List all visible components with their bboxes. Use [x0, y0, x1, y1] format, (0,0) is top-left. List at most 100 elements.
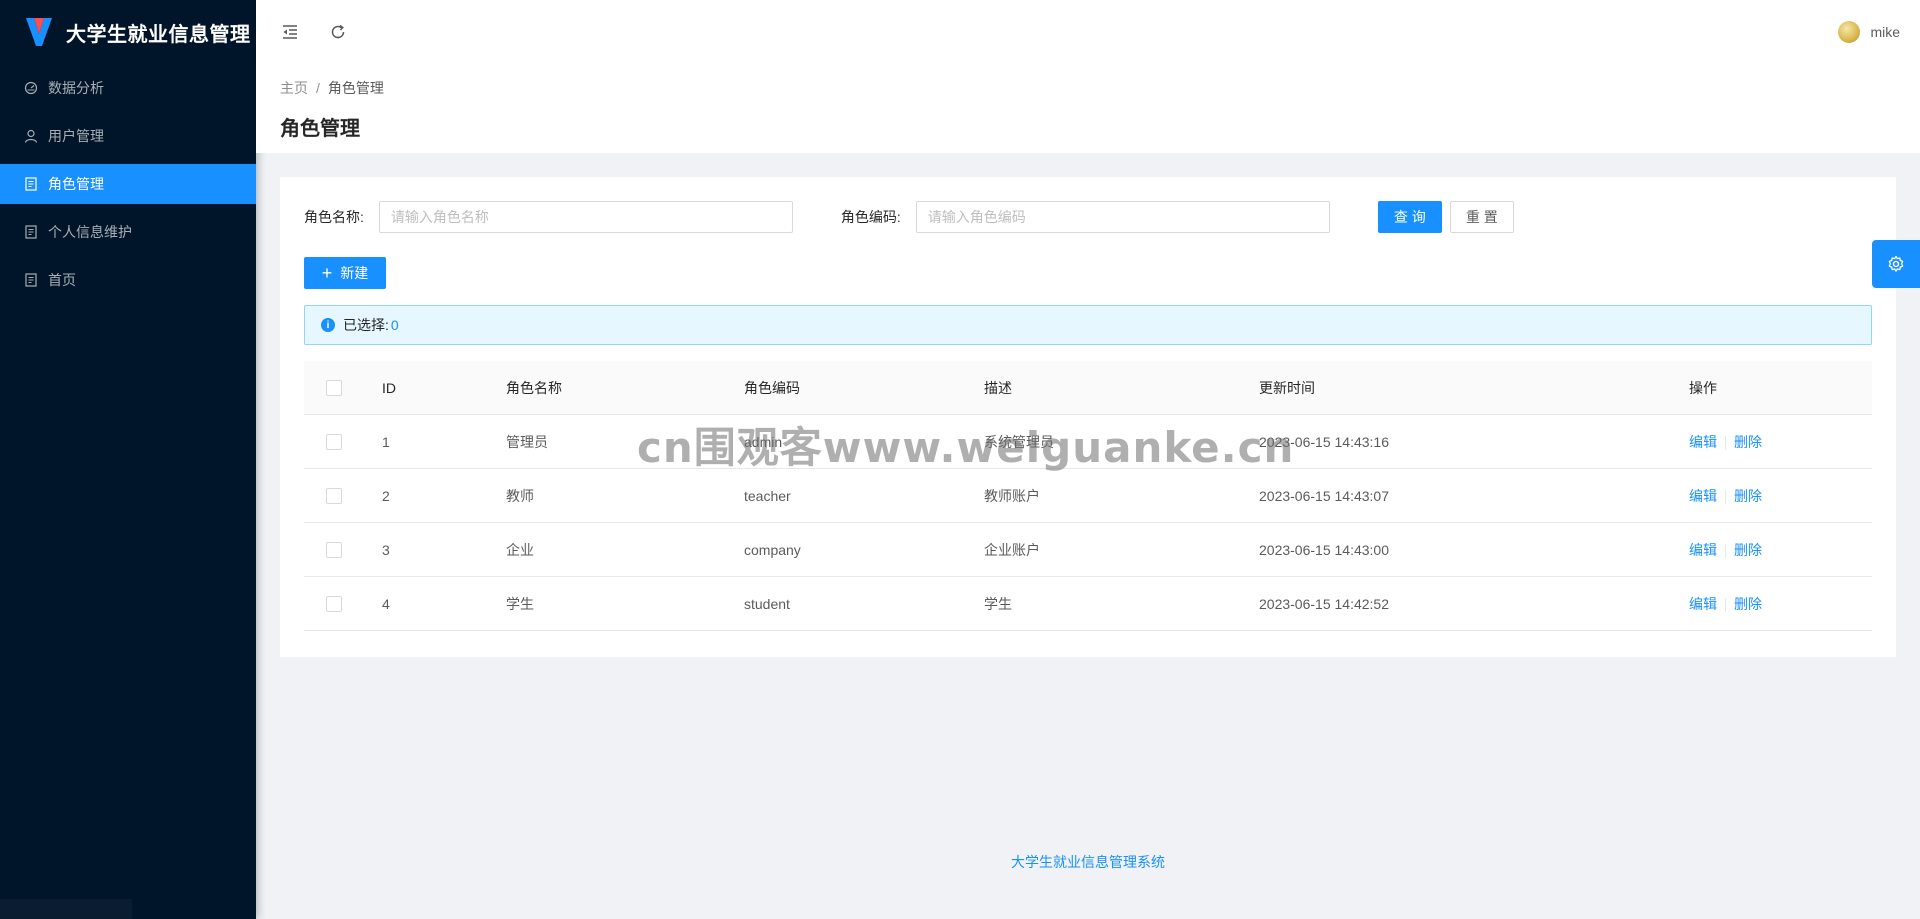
table-row: 3 企业 company 企业账户 2023-06-15 14:43:00 编辑…	[304, 523, 1872, 577]
breadcrumb-separator: /	[316, 80, 320, 96]
row-checkbox[interactable]	[326, 596, 342, 613]
table-row: 1 管理员 admin 系统管理员 2023-06-15 14:43:16 编辑…	[304, 415, 1872, 469]
cell-desc: 企业账户	[984, 541, 1040, 558]
file-icon	[24, 177, 38, 191]
role-code-placeholder: 请输入角色编码	[927, 209, 1026, 225]
cell-name: 教师	[506, 487, 534, 504]
delete-link[interactable]: 删除	[1734, 434, 1762, 450]
op-divider	[1725, 543, 1726, 558]
cell-ops: 编辑 删除	[1689, 486, 1872, 506]
sidebar-item-home[interactable]: 首页	[0, 260, 256, 300]
page-header: 主页 / 角色管理 角色管理	[256, 64, 1920, 153]
sidebar-item-data-analysis[interactable]: 数据分析	[0, 68, 256, 108]
username: mike	[1870, 24, 1900, 40]
selection-alert: i 已选择: 0	[304, 305, 1872, 345]
gear-icon	[1888, 255, 1904, 272]
file-icon	[24, 225, 38, 239]
row-checkbox-cell	[304, 541, 382, 559]
column-header-ops: 操作	[1689, 379, 1717, 396]
table-row: 4 学生 student 学生 2023-06-15 14:42:52 编辑 删除	[304, 577, 1872, 631]
sidebar-item-label: 用户管理	[48, 128, 104, 144]
edit-link[interactable]: 编辑	[1689, 488, 1717, 504]
role-code-input[interactable]: 请输入角色编码	[915, 201, 1330, 233]
column-header-time: 更新时间	[1259, 379, 1315, 396]
cell-id: 4	[382, 595, 390, 612]
logo-icon	[26, 18, 52, 46]
cell-code: teacher	[744, 487, 791, 504]
file-icon	[24, 273, 38, 287]
sidebar-item-profile[interactable]: 个人信息维护	[0, 212, 256, 252]
cell-desc: 教师账户	[984, 487, 1040, 504]
sidebar-item-label: 个人信息维护	[48, 224, 132, 240]
sidebar-item-label: 角色管理	[48, 176, 104, 192]
search-form: 角色名称: 请输入角色名称 角色编码: 请输入角色编码 查 询 重 置	[304, 201, 1872, 233]
cell-desc: 学生	[984, 595, 1012, 612]
role-name-input[interactable]: 请输入角色名称	[378, 201, 793, 233]
sidebar-item-role-management[interactable]: 角色管理	[0, 164, 256, 204]
row-checkbox-cell	[304, 487, 382, 505]
breadcrumb-home[interactable]: 主页	[280, 78, 308, 98]
cell-ops: 编辑 删除	[1689, 594, 1872, 614]
cell-ops: 编辑 删除	[1689, 432, 1872, 452]
sidebar-item-label: 首页	[48, 272, 76, 288]
cell-name: 企业	[506, 541, 534, 558]
reset-button[interactable]: 重 置	[1449, 201, 1514, 233]
logo[interactable]: 大学生就业信息管理	[0, 0, 256, 64]
edit-link[interactable]: 编辑	[1689, 434, 1717, 450]
sidebar-footer	[0, 899, 132, 919]
header-checkbox-cell	[304, 379, 382, 397]
op-divider	[1725, 435, 1726, 450]
toolbar: + 新建	[304, 257, 1872, 289]
page-title: 角色管理	[280, 116, 360, 140]
role-code-label: 角色编码:	[840, 209, 901, 225]
select-all-checkbox[interactable]	[326, 380, 342, 397]
cell-desc: 系统管理员	[984, 433, 1054, 450]
cell-time: 2023-06-15 14:43:16	[1259, 433, 1389, 450]
sidebar-item-user-management[interactable]: 用户管理	[0, 116, 256, 156]
sidebar-menu: 数据分析 用户管理 角色管理 个人信息维护 首页	[0, 68, 256, 300]
menu-fold-button[interactable]	[266, 0, 314, 64]
op-divider	[1725, 597, 1726, 612]
column-header-name: 角色名称	[506, 379, 562, 396]
cell-name: 管理员	[506, 433, 548, 450]
roles-table: ID 角色名称 角色编码 描述 更新时间 操作 1 管理员 admin 系统管理…	[304, 361, 1872, 631]
footer-link[interactable]: 大学生就业信息管理系统	[1011, 854, 1165, 870]
column-header-desc: 描述	[984, 379, 1012, 396]
row-checkbox[interactable]	[326, 434, 342, 451]
sidebar: 大学生就业信息管理 数据分析 用户管理 角色管理 个人信息维护 首页	[0, 0, 256, 919]
avatar	[1838, 21, 1861, 43]
delete-link[interactable]: 删除	[1734, 542, 1762, 558]
cell-code: admin	[744, 433, 783, 450]
query-button[interactable]: 查 询	[1377, 201, 1442, 233]
settings-drawer-button[interactable]	[1872, 240, 1920, 288]
top-header: mike	[256, 0, 1920, 64]
reload-button[interactable]	[314, 0, 362, 64]
cell-code: company	[744, 541, 801, 558]
cell-time: 2023-06-15 14:43:00	[1259, 541, 1389, 558]
breadcrumb-current: 角色管理	[327, 80, 384, 96]
plus-icon: +	[321, 263, 333, 283]
new-button-label: 新建	[340, 265, 369, 281]
selected-count: 0	[390, 317, 399, 333]
table-row: 2 教师 teacher 教师账户 2023-06-15 14:43:07 编辑…	[304, 469, 1872, 523]
menu-fold-icon	[283, 25, 297, 39]
cell-time: 2023-06-15 14:43:07	[1259, 487, 1389, 504]
user-icon	[24, 129, 38, 143]
new-button[interactable]: + 新建	[304, 257, 386, 289]
delete-link[interactable]: 删除	[1734, 488, 1762, 504]
edit-link[interactable]: 编辑	[1689, 542, 1717, 558]
column-header-code: 角色编码	[744, 379, 800, 396]
footer: 大学生就业信息管理系统	[256, 852, 1920, 872]
user-menu[interactable]: mike	[1838, 21, 1920, 43]
table-header-row: ID 角色名称 角色编码 描述 更新时间 操作	[304, 361, 1872, 415]
row-checkbox[interactable]	[326, 542, 342, 559]
row-checkbox-cell	[304, 433, 382, 451]
content-card: 角色名称: 请输入角色名称 角色编码: 请输入角色编码 查 询 重 置 + 新建…	[280, 177, 1896, 657]
sidebar-item-label: 数据分析	[48, 80, 104, 96]
edit-link[interactable]: 编辑	[1689, 596, 1717, 612]
column-header-id: ID	[382, 379, 396, 396]
row-checkbox-cell	[304, 595, 382, 613]
row-checkbox[interactable]	[326, 488, 342, 505]
cell-name: 学生	[506, 595, 534, 612]
delete-link[interactable]: 删除	[1734, 596, 1762, 612]
